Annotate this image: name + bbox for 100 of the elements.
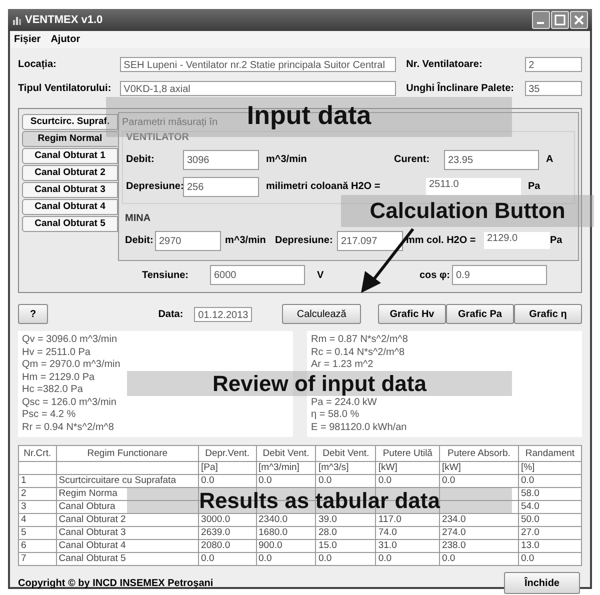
chart-button[interactable]: Grafic η bbox=[514, 304, 582, 324]
table-cell: 234.0 bbox=[439, 514, 518, 526]
chart-button[interactable]: Grafic Hv bbox=[378, 304, 446, 324]
table-cell: 0.0 bbox=[198, 552, 256, 566]
result-line: Hc =382.0 Pa bbox=[22, 384, 83, 396]
field-label: Depresiune: bbox=[275, 235, 334, 246]
table-cell: 39.0 bbox=[316, 514, 376, 526]
table-cell: 0.0 bbox=[376, 552, 440, 566]
field-label: Curent: bbox=[394, 154, 431, 165]
table-cell: Canal Obtura bbox=[56, 500, 199, 514]
column-header: Regim Functionare bbox=[56, 446, 199, 462]
input-field[interactable]: 23.95 bbox=[444, 150, 539, 170]
tab[interactable]: Canal Obturat 1 bbox=[22, 148, 118, 164]
panel-title: Parametri măsurați în bbox=[122, 116, 218, 130]
input-field[interactable]: 256 bbox=[183, 176, 259, 196]
table-cell: 1680.0 bbox=[256, 526, 316, 540]
field-label: Locația: bbox=[18, 58, 58, 70]
input-field[interactable]: V0KD-1,8 axial bbox=[120, 80, 396, 96]
table-cell: Scurtcircuitare cu Suprafata bbox=[56, 474, 199, 488]
tab[interactable]: Regim Normal bbox=[22, 131, 118, 147]
chart-button[interactable]: Grafic Pa bbox=[446, 304, 514, 324]
table-cell: 2639.0 bbox=[198, 526, 256, 540]
input-field[interactable]: 3096 bbox=[183, 150, 259, 170]
result-line: Psc = 4.2 % bbox=[22, 409, 76, 422]
table-cell: Canal Obturat 5 bbox=[56, 552, 199, 566]
tab[interactable]: Canal Obturat 5 bbox=[22, 216, 118, 232]
input-field[interactable]: 2970 bbox=[155, 230, 221, 250]
table-cell: Regim Norma bbox=[56, 488, 199, 500]
calculate-button[interactable]: Calculează bbox=[282, 304, 361, 324]
unit-label: V bbox=[317, 270, 325, 280]
help-button[interactable]: ? bbox=[18, 304, 48, 324]
column-header: Nr.Crt. bbox=[18, 446, 56, 462]
annotation-label: Calculation Button bbox=[341, 195, 594, 227]
table-cell: 13.0 bbox=[518, 540, 582, 552]
tab[interactable]: Canal Obturat 2 bbox=[22, 165, 118, 181]
annotation-label: Review of input data bbox=[127, 371, 512, 396]
field-label: Data: bbox=[158, 308, 184, 320]
table-cell: 3 bbox=[18, 500, 56, 514]
input-field[interactable]: 217.097 bbox=[337, 230, 403, 250]
field-label: Nr. Ventilatoare: bbox=[406, 58, 484, 70]
column-header: Debit Vent. bbox=[316, 446, 376, 462]
column-header: Debit Vent. bbox=[256, 446, 316, 462]
input-field[interactable]: 6000 bbox=[210, 265, 305, 285]
input-field[interactable]: 2 bbox=[524, 56, 582, 72]
table-cell: 5 bbox=[18, 526, 56, 540]
maximize-icon[interactable] bbox=[551, 11, 569, 29]
result-line: Hm = 2129.0 Pa bbox=[22, 372, 95, 384]
unit-cell: [m^3/s] bbox=[316, 462, 376, 474]
input-field[interactable]: 01.12.2013 bbox=[194, 306, 252, 322]
result-line: Qm = 2970.0 m^3/min bbox=[22, 359, 120, 372]
table-cell: 0.0 bbox=[316, 552, 376, 566]
menu-item[interactable]: Ajutor bbox=[50, 34, 80, 45]
unit-label: Pa bbox=[550, 235, 562, 246]
result-line: E = 981120.0 kWh/an bbox=[311, 422, 407, 434]
result-line: Qv = 3096.0 m^3/min bbox=[22, 334, 118, 346]
table-cell: Canal Obturat 2 bbox=[56, 514, 199, 526]
column-header: Putere Utilă bbox=[376, 446, 440, 462]
group-heading: VENTILATOR bbox=[126, 132, 189, 145]
table-cell: 238.0 bbox=[439, 540, 518, 552]
input-field[interactable]: 0.9 bbox=[452, 265, 547, 285]
table-cell: 15.0 bbox=[316, 540, 376, 552]
field-label: Debit: bbox=[125, 235, 154, 246]
close-button[interactable]: Închide bbox=[504, 572, 580, 594]
close-icon[interactable] bbox=[570, 11, 588, 29]
table-cell: 2340.0 bbox=[256, 514, 316, 526]
unit-cell: [m^3/min] bbox=[256, 462, 316, 474]
group-heading: MINA bbox=[125, 213, 151, 226]
table-cell: 54.0 bbox=[518, 500, 582, 514]
table-cell: 1 bbox=[18, 474, 56, 488]
unit-cell: [Pa] bbox=[198, 462, 256, 474]
computed-value: 2129.0 bbox=[484, 232, 550, 249]
result-line: Pa = 224.0 kW bbox=[311, 396, 377, 409]
table-cell: 274.0 bbox=[439, 526, 518, 540]
tab[interactable]: Canal Obturat 3 bbox=[22, 182, 118, 198]
table-cell: 27.0 bbox=[518, 526, 582, 540]
input-field[interactable]: SEH Lupeni - Ventilator nr.2 Statie principala Suitor Central bbox=[120, 56, 396, 72]
table-cell: 0.0 bbox=[518, 474, 582, 488]
table-cell: 58.0 bbox=[518, 488, 582, 500]
tab[interactable]: Scurtcirc. Supraf. bbox=[22, 114, 118, 130]
field-label: Tipul Ventilatorului: bbox=[18, 82, 112, 94]
result-line: Hv = 2511.0 Pa bbox=[22, 346, 90, 359]
minimize-icon[interactable] bbox=[532, 11, 550, 29]
field-label: Tensiune: bbox=[142, 270, 190, 280]
unit-label: mm col. H2O = bbox=[406, 235, 477, 246]
tab[interactable]: Canal Obturat 4 bbox=[22, 199, 118, 215]
result-line: η = 58.0 % bbox=[311, 409, 360, 422]
table-cell: 4 bbox=[18, 514, 56, 526]
result-line: Rr = 0.94 N*s^2/m^8 bbox=[22, 422, 114, 434]
input-field[interactable]: 35 bbox=[524, 80, 582, 96]
table-cell: Canal Obturat 4 bbox=[56, 540, 199, 552]
field-label: cos φ: bbox=[418, 270, 450, 280]
result-line: Rm = 0.87 N*s^2/m^8 bbox=[311, 334, 408, 346]
menu-item[interactable]: Fișier bbox=[14, 34, 41, 45]
table-cell: 0.0 bbox=[439, 474, 518, 488]
table-cell: 117.0 bbox=[376, 514, 440, 526]
table-cell: 0.0 bbox=[256, 552, 316, 566]
unit-label: milimetri coloană H2O = bbox=[266, 181, 382, 192]
unit-label: m^3/min bbox=[225, 235, 267, 246]
table-cell: 0.0 bbox=[376, 474, 440, 488]
window-title: VENTMEX v1.0 bbox=[25, 14, 103, 26]
